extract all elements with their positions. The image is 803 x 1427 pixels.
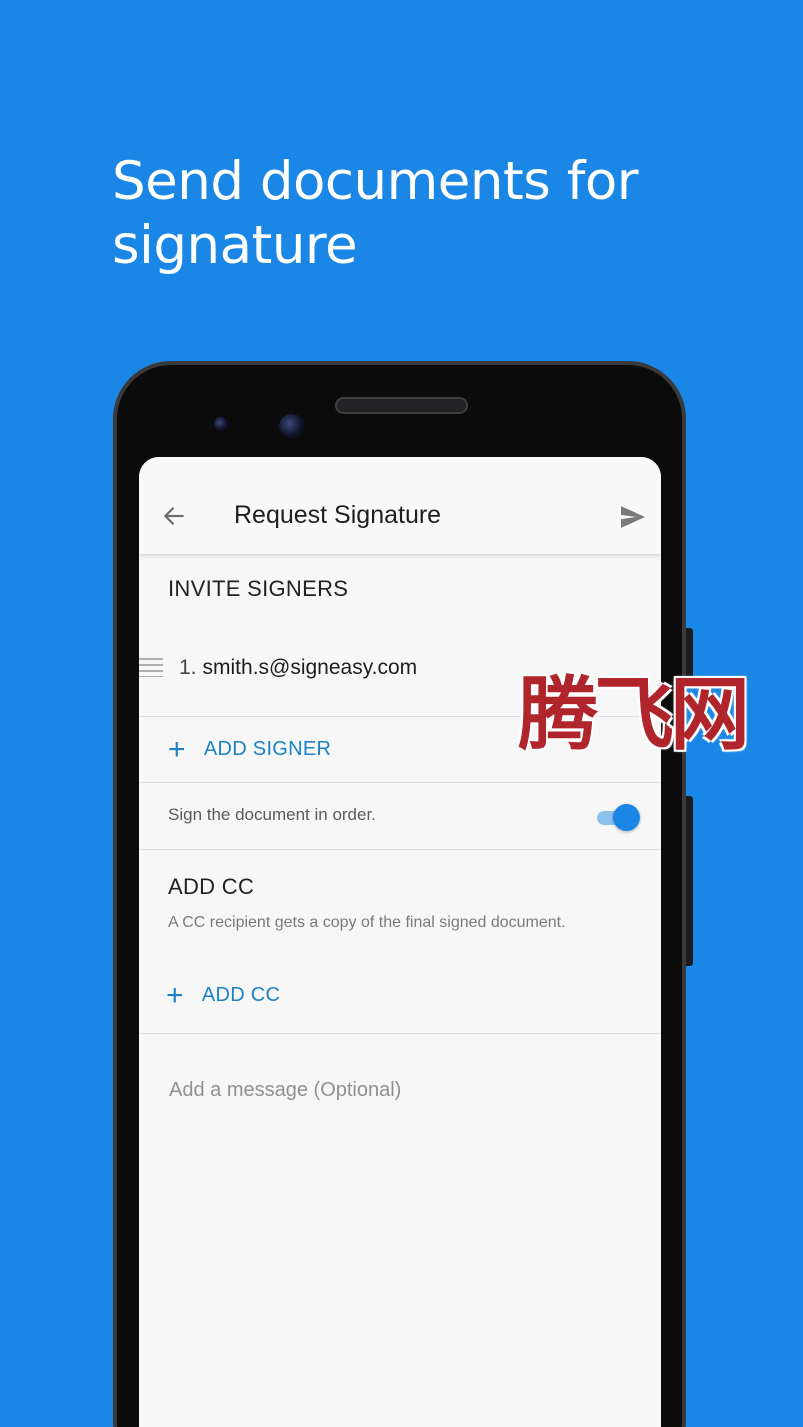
front-camera-icon [214, 417, 228, 431]
add-cc-button[interactable]: + ADD CC [166, 978, 281, 1012]
signer-row[interactable]: 1. smith.s@signeasy.com [179, 656, 417, 680]
add-signer-button[interactable]: + ADD SIGNER [168, 732, 332, 766]
message-input[interactable] [169, 1079, 639, 1102]
divider [139, 849, 661, 850]
page-title: Request Signature [234, 501, 442, 529]
promo-headline: Send documents for signature [112, 151, 639, 276]
plus-icon: + [166, 978, 184, 1012]
signer-number: 1. [179, 656, 197, 679]
sign-in-order-toggle[interactable] [597, 803, 641, 831]
add-signer-label: ADD SIGNER [203, 738, 332, 760]
watermark-text: 腾飞网 [518, 667, 750, 761]
add-cc-label: ADD CC [201, 984, 281, 1006]
divider [139, 1033, 661, 1034]
send-icon[interactable] [619, 505, 647, 529]
arrow-left-icon[interactable] [161, 503, 187, 529]
toggle-thumb [613, 804, 640, 831]
phone-speaker [335, 397, 468, 414]
app-screen: Request Signature INVITE SIGNERS 1. smith… [139, 457, 661, 1427]
add-cc-heading: ADD CC [168, 874, 255, 899]
plus-icon: + [168, 732, 186, 766]
divider [139, 782, 661, 783]
cc-description: A CC recipient gets a copy of the final … [168, 914, 566, 931]
drag-handle-icon[interactable] [139, 657, 163, 677]
front-camera-lens-icon [279, 414, 305, 438]
volume-button [686, 796, 693, 966]
invite-signers-heading: INVITE SIGNERS [168, 576, 349, 601]
signer-email: smith.s@signeasy.com [202, 656, 418, 679]
sign-in-order-label: Sign the document in order. [168, 805, 376, 824]
app-bar: Request Signature [139, 457, 661, 555]
